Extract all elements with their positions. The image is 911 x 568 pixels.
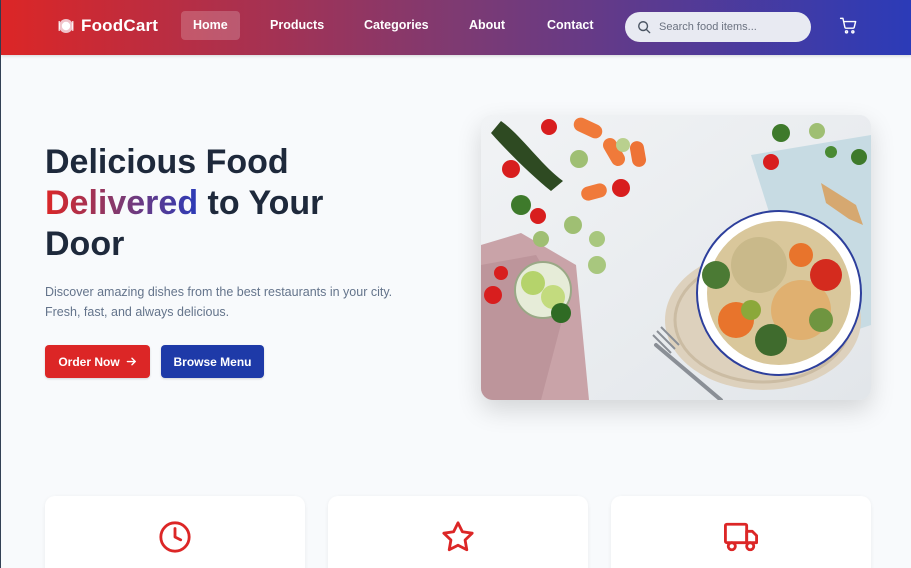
- arrow-right-icon: [126, 357, 136, 366]
- nav-home[interactable]: Home: [181, 11, 240, 40]
- feature-card-delivery: [611, 496, 871, 568]
- shopping-cart-icon[interactable]: [839, 16, 858, 35]
- plate-icon: [58, 19, 74, 33]
- feature-card-fast-delivery: [45, 496, 305, 568]
- nav-contact[interactable]: Contact: [535, 11, 606, 40]
- hero-food-image: [481, 115, 871, 400]
- search-input[interactable]: [659, 21, 799, 33]
- order-now-button[interactable]: Order Now: [45, 345, 150, 378]
- hero-title-line1: Delicious Food: [45, 143, 289, 181]
- search-bar[interactable]: [625, 12, 811, 42]
- search-icon: [638, 21, 651, 34]
- nav-categories[interactable]: Categories: [352, 11, 441, 40]
- hero-description: Discover amazing dishes from the best re…: [45, 285, 393, 319]
- feature-card-quality: [328, 496, 588, 568]
- browse-menu-label: Browse Menu: [173, 354, 252, 369]
- star-icon: [442, 521, 474, 552]
- hero-title-line3: Door: [45, 225, 125, 263]
- hero-title-accent: Delivered: [45, 184, 199, 222]
- nav-products[interactable]: Products: [258, 11, 336, 40]
- hero-title-rest: to Your: [198, 184, 324, 222]
- hero-title: Delicious Food Delivered to Your Door: [45, 142, 435, 265]
- browse-menu-button[interactable]: Browse Menu: [161, 345, 264, 378]
- nav-about[interactable]: About: [457, 11, 517, 40]
- brand-logo[interactable]: FoodCart: [58, 16, 158, 36]
- truck-icon: [724, 522, 758, 552]
- brand-name: FoodCart: [81, 16, 159, 35]
- clock-icon: [159, 521, 191, 553]
- navbar: FoodCart Home Products Categories About …: [1, 0, 911, 55]
- order-now-label: Order Now: [58, 354, 120, 369]
